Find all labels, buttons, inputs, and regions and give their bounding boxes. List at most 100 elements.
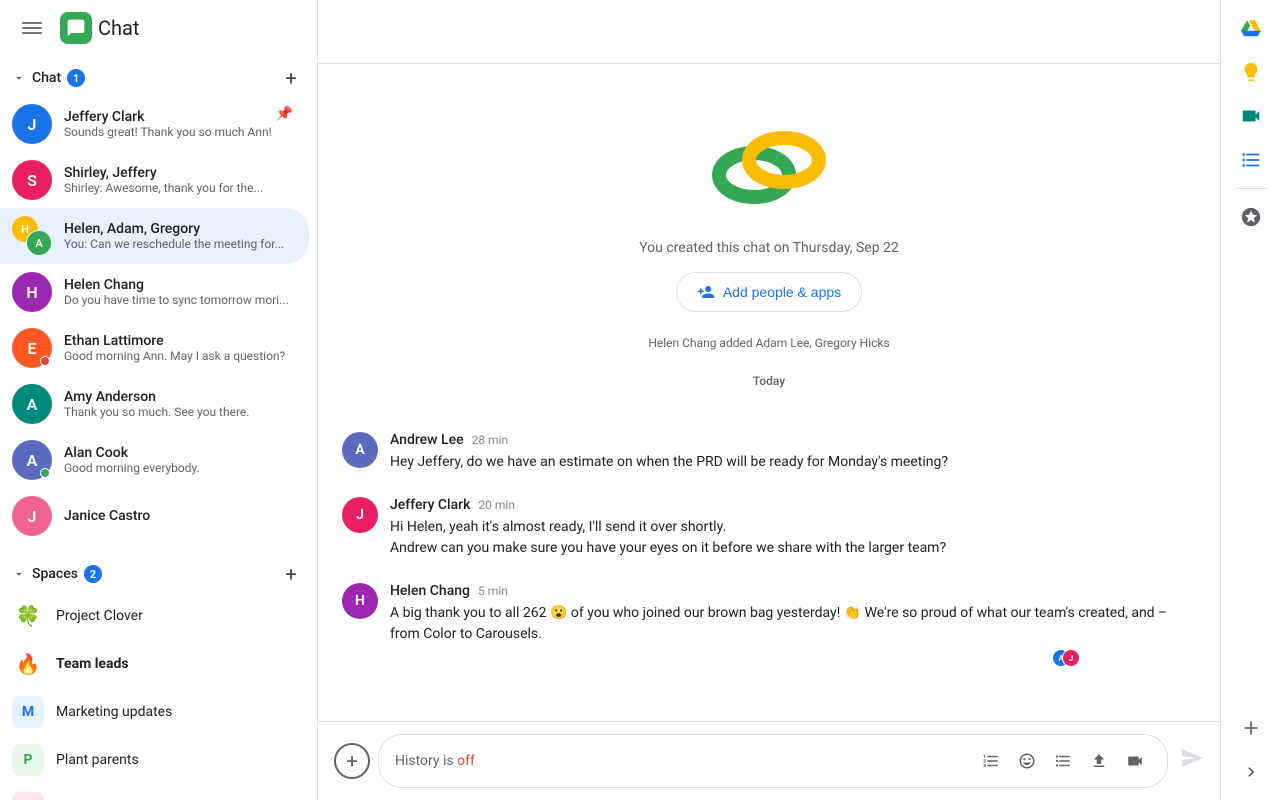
space-icon: 🍀	[12, 600, 44, 632]
chat-item-ethan-lattimore[interactable]: E Ethan Lattimore Good morning Ann. May …	[0, 320, 309, 376]
new-chat-button[interactable]: +	[277, 64, 305, 92]
new-space-button[interactable]: +	[277, 560, 305, 588]
message-text: Hey Jeffery, do we have an estimate on w…	[390, 452, 1196, 473]
avatar: J	[342, 497, 378, 533]
chat-name: Ethan Lattimore	[64, 333, 297, 349]
space-item-marketing-updates[interactable]: M Marketing updates	[0, 688, 309, 736]
input-area: + History is off	[318, 721, 1220, 800]
chat-item-shirley-jeffery[interactable]: S Shirley, Jeffery Shirley: Awesome, tha…	[0, 152, 309, 208]
chat-item-janice-castro[interactable]: J Janice Castro	[0, 488, 309, 544]
message-3: H Helen Chang 5 min A big thank you to a…	[342, 583, 1196, 667]
hamburger-button[interactable]	[12, 8, 52, 48]
space-name: Team leads	[56, 656, 129, 672]
add-people-button[interactable]: Add people & apps	[676, 272, 862, 312]
chat-preview: Good morning Ann. May I ask a question?	[64, 349, 297, 363]
message-time: 28 min	[472, 433, 509, 447]
space-item-plant-parents[interactable]: P Plant parents	[0, 736, 309, 784]
chat-item-helen-adam-gregory[interactable]: H A Helen, Adam, Gregory You: Can we res…	[0, 208, 309, 264]
spaces-badge: 2	[84, 565, 102, 583]
side-panel-button[interactable]	[1164, 12, 1204, 52]
sender-name: Helen Chang	[390, 583, 470, 599]
add-task-button[interactable]	[1047, 745, 1079, 777]
space-icon: M	[12, 696, 44, 728]
main-chat-area: H A Helen, Adam, Gregory 3 members	[318, 0, 1220, 800]
avatar: H	[12, 272, 52, 312]
chat-preview: Good morning everybody.	[64, 461, 297, 475]
app-title: Chat	[98, 16, 139, 40]
chat-name: Amy Anderson	[64, 389, 297, 405]
avatar: J	[12, 104, 52, 144]
chat-name: Alan Cook	[64, 445, 297, 461]
search-in-chat-button[interactable]	[1122, 12, 1162, 52]
google-drive-button[interactable]	[1231, 8, 1271, 48]
conversation-title[interactable]: Helen, Adam, Gregory	[430, 15, 1072, 34]
tasks-button[interactable]	[1231, 140, 1271, 180]
chat-item-jeffery-clark[interactable]: J Jeffery Clark Sounds great! Thank you …	[0, 96, 309, 152]
avatar: A	[12, 384, 52, 424]
avatar-group: H A	[12, 216, 52, 256]
space-item-moto-foto[interactable]: M Moto foto	[0, 784, 309, 800]
chat-rings-icon	[709, 120, 829, 224]
status-indicator	[40, 356, 50, 366]
space-icon: P	[12, 744, 44, 776]
history-status: off	[457, 753, 475, 769]
space-icon: 🔥	[12, 648, 44, 680]
space-item-team-leads[interactable]: 🔥 Team leads	[0, 640, 309, 688]
sender-name: Jeffery Clark	[390, 497, 470, 513]
space-item-project-clover[interactable]: 🍀 Project Clover	[0, 592, 309, 640]
chat-preview: Sounds great! Thank you so much Ann!	[64, 125, 297, 139]
chat-section-label: Chat	[32, 70, 61, 86]
system-message: Helen Chang added Adam Lee, Gregory Hick…	[648, 336, 889, 350]
message-time: 20 min	[478, 498, 515, 512]
add-app-button[interactable]	[1231, 708, 1271, 748]
chat-item-alan-cook[interactable]: A Alan Cook Good morning everybody.	[0, 432, 309, 488]
chat-item-amy-anderson[interactable]: A Amy Anderson Thank you so much. See yo…	[0, 376, 309, 432]
message-reactions: A J	[390, 649, 1076, 667]
spaces-section-header[interactable]: Spaces 2 +	[0, 552, 317, 592]
sidebar-divider	[1235, 188, 1267, 189]
avatar: H	[342, 583, 378, 619]
emoji-button[interactable]	[1011, 745, 1043, 777]
conversation-members: 3 members	[430, 34, 1072, 48]
pin-icon: 📌	[276, 106, 293, 122]
day-divider: Today	[753, 374, 785, 388]
chat-preview: You: Can we reschedule the meeting for..…	[64, 237, 297, 251]
avatar: S	[12, 160, 52, 200]
message-time: 5 min	[478, 584, 508, 598]
messages-container: You created this chat on Thursday, Sep 2…	[318, 64, 1220, 721]
meet-button[interactable]	[1231, 96, 1271, 136]
message-text: A big thank you to all 262 😮 of you who …	[390, 603, 1196, 645]
input-tools	[975, 745, 1151, 777]
text-format-button[interactable]	[975, 745, 1007, 777]
keep-button[interactable]	[1231, 52, 1271, 92]
sidebar: Chat Chat 1 + J Jeffery Clark Sounds gre…	[0, 0, 318, 800]
chat-item-helen-chang[interactable]: H Helen Chang Do you have time to sync t…	[0, 264, 309, 320]
chat-preview: Do you have time to sync tomorrow mori..…	[64, 293, 297, 307]
back-button[interactable]	[334, 12, 374, 52]
chat-name: Shirley, Jeffery	[64, 165, 297, 181]
spaces-section-label: Spaces	[32, 566, 78, 582]
space-name: Marketing updates	[56, 704, 172, 720]
send-button[interactable]	[1180, 746, 1204, 776]
chat-name: Janice Castro	[64, 508, 297, 524]
space-name: Plant parents	[56, 752, 139, 768]
video-call-button[interactable]	[1080, 12, 1120, 52]
contacts-button[interactable]	[1231, 197, 1271, 237]
upload-button[interactable]	[1083, 745, 1115, 777]
video-button[interactable]	[1119, 745, 1151, 777]
chat-section-header[interactable]: Chat 1 +	[0, 56, 317, 96]
chat-preview: Shirley: Awesome, thank you for the...	[64, 181, 297, 195]
expand-button[interactable]	[1231, 752, 1271, 792]
sender-name: Andrew Lee	[390, 432, 464, 448]
conversation-actions	[1080, 12, 1204, 52]
message-2: J Jeffery Clark 20 min Hi Helen, yeah it…	[342, 497, 1196, 559]
message-text: Hi Helen, yeah it's almost ready, I'll s…	[390, 517, 1196, 559]
message-input-box[interactable]: History is off	[378, 734, 1168, 788]
chat-preview: Thank you so much. See you there.	[64, 405, 297, 419]
chat-badge: 1	[67, 69, 85, 87]
input-placeholder-text: History is off	[395, 753, 475, 769]
conversation-avatar: H A	[382, 12, 422, 52]
intro-text: You created this chat on Thursday, Sep 2…	[639, 240, 899, 256]
chat-name: Helen Chang	[64, 277, 297, 293]
attach-button[interactable]: +	[334, 743, 370, 779]
